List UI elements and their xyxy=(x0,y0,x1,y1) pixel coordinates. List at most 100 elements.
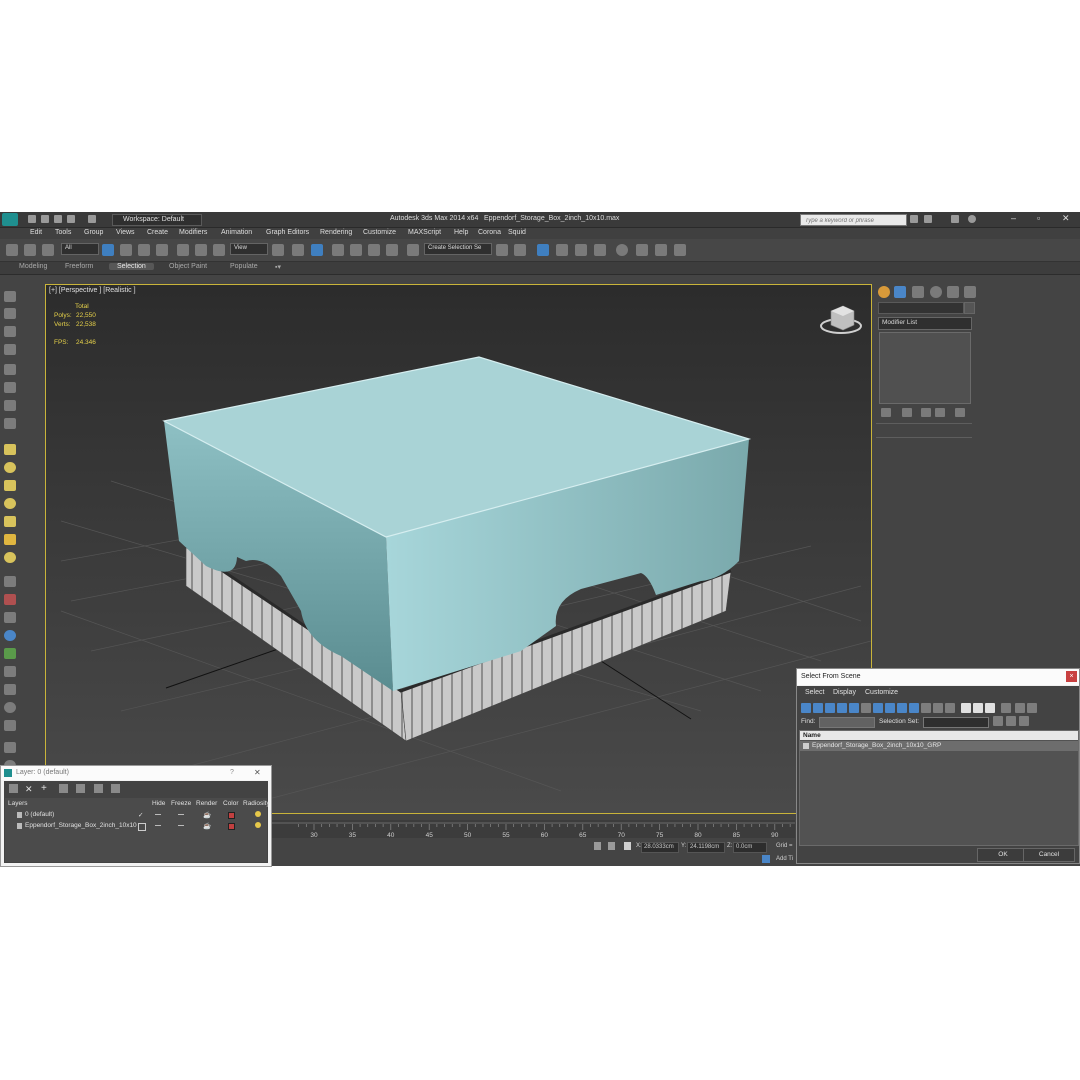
search-box[interactable] xyxy=(800,214,907,226)
remove-modifier-icon[interactable] xyxy=(935,408,945,417)
motion-tab-icon[interactable] xyxy=(930,286,942,298)
modify-tab-icon[interactable] xyxy=(894,286,906,298)
freeze-toggle[interactable] xyxy=(178,814,184,815)
cloth-icon[interactable] xyxy=(4,720,16,731)
app-logo-icon[interactable] xyxy=(2,213,18,226)
curve-editor-icon[interactable] xyxy=(575,244,587,256)
layer-dialog-titlebar[interactable]: Layer: 0 (default) ? ✕ xyxy=(1,766,271,780)
render-setup-icon[interactable] xyxy=(636,244,648,256)
viewport-label[interactable]: [+] [Perspective ] [Realistic ] xyxy=(49,287,136,294)
select-invert-icon[interactable] xyxy=(985,703,995,713)
filter-xrefs-icon[interactable] xyxy=(885,703,895,713)
sphere-primitive-icon[interactable] xyxy=(4,462,16,473)
ok-button[interactable]: OK xyxy=(977,848,1029,862)
y-coord-field[interactable]: 24.1198cm xyxy=(687,842,725,853)
sort-icon[interactable] xyxy=(1027,703,1037,713)
edit-set-icon[interactable] xyxy=(1006,716,1016,726)
pin-stack-icon[interactable] xyxy=(881,408,891,417)
col-color[interactable]: Color xyxy=(223,800,239,807)
angle-snap-icon[interactable] xyxy=(350,244,362,256)
menu-rendering[interactable]: Rendering xyxy=(320,229,352,236)
absolute-mode-icon[interactable] xyxy=(624,842,631,850)
sun-icon[interactable] xyxy=(4,534,16,545)
z-coord-field[interactable]: 0.0cm xyxy=(733,842,767,853)
percent-snap-icon[interactable] xyxy=(368,244,380,256)
filter-all-icon[interactable] xyxy=(945,703,955,713)
menu-create[interactable]: Create xyxy=(147,229,168,236)
col-freeze[interactable]: Freeze xyxy=(171,800,191,807)
highlight-layer-icon[interactable] xyxy=(76,784,85,793)
layer-row[interactable]: 0 (default) ✓ ☕ xyxy=(7,810,269,820)
modifier-list-dropdown[interactable]: Modifier List xyxy=(878,317,972,330)
filter-bones-icon[interactable] xyxy=(897,703,907,713)
select-menu[interactable]: Select xyxy=(805,689,824,696)
scale-icon[interactable] xyxy=(213,244,225,256)
utilities-tab-icon[interactable] xyxy=(964,286,976,298)
menu-corona[interactable]: Corona xyxy=(478,229,501,236)
reference-coordinate-dropdown[interactable]: View xyxy=(230,243,268,255)
undo-icon[interactable] xyxy=(67,215,75,223)
hide-toggle[interactable] xyxy=(155,814,161,815)
move-icon[interactable] xyxy=(177,244,189,256)
named-selection-set-dropdown[interactable]: Create Selection Se xyxy=(424,243,492,255)
show-end-result-icon[interactable] xyxy=(902,408,912,417)
time-tag-icon[interactable] xyxy=(762,855,770,863)
filter-lights-icon[interactable] xyxy=(825,703,835,713)
radiosity-bulb-icon[interactable] xyxy=(255,822,261,828)
pin-icon[interactable] xyxy=(594,842,601,850)
ribbon-tab-freeform[interactable]: Freeform xyxy=(65,263,93,270)
find-input[interactable] xyxy=(819,717,875,728)
window-crossing-icon[interactable] xyxy=(156,244,168,256)
menu-views[interactable]: Views xyxy=(116,229,135,236)
create-tab-icon[interactable] xyxy=(878,286,890,298)
modifier-stack[interactable] xyxy=(879,332,971,404)
render-teapot-icon[interactable]: ☕ xyxy=(203,811,211,819)
display-tab-icon[interactable] xyxy=(947,286,959,298)
select-object-icon[interactable] xyxy=(102,244,114,256)
ribbon-tab-object-paint[interactable]: Object Paint xyxy=(169,263,207,270)
bind-space-warp-icon[interactable] xyxy=(42,244,54,256)
menu-maxscript[interactable]: MAXScript xyxy=(408,229,441,236)
workspace-dropdown[interactable]: Workspace: Default xyxy=(112,214,202,226)
light-icon[interactable] xyxy=(4,364,16,375)
helper-icon[interactable] xyxy=(4,400,16,411)
filter-frozen-icon[interactable] xyxy=(921,703,931,713)
create-layer-icon[interactable] xyxy=(9,784,18,793)
filter-funnel-icon[interactable] xyxy=(1015,703,1025,713)
scene-render[interactable] xyxy=(46,285,871,813)
close-button[interactable]: ✕ xyxy=(1062,213,1070,224)
configure-sets-icon[interactable] xyxy=(955,408,965,417)
menu-help[interactable]: Help xyxy=(454,229,468,236)
scene-explorer-icon[interactable] xyxy=(4,291,16,302)
paint-icon[interactable] xyxy=(4,576,16,587)
layer-color-swatch[interactable] xyxy=(228,823,235,830)
filter-geometry-icon[interactable] xyxy=(801,703,811,713)
new-file-icon[interactable] xyxy=(28,215,36,223)
rotate-icon[interactable] xyxy=(195,244,207,256)
filter-shapes-icon[interactable] xyxy=(813,703,823,713)
menu-animation[interactable]: Animation xyxy=(221,229,252,236)
selection-set-dropdown[interactable] xyxy=(923,717,989,728)
ribbon-tab-modeling[interactable]: Modeling xyxy=(19,263,47,270)
plant-icon[interactable] xyxy=(4,648,16,659)
scene-object-list[interactable]: Name Eppendorf_Storage_Box_2inch_10x10_G… xyxy=(799,730,1079,846)
binoculars-icon[interactable] xyxy=(910,215,918,223)
select-manipulate-icon[interactable] xyxy=(292,244,304,256)
delete-set-icon[interactable] xyxy=(1019,716,1029,726)
selection-filter-dropdown[interactable]: All xyxy=(61,243,99,255)
layer-select-icon[interactable] xyxy=(138,823,146,831)
filter-groups-icon[interactable] xyxy=(873,703,883,713)
object-name-field[interactable] xyxy=(878,302,964,314)
select-set-icon[interactable] xyxy=(993,716,1003,726)
active-layer-check-icon[interactable]: ✓ xyxy=(138,811,143,819)
hide-all-icon[interactable] xyxy=(94,784,103,793)
brush-icon[interactable] xyxy=(4,594,16,605)
display-children-icon[interactable] xyxy=(1001,703,1011,713)
menu-customize[interactable]: Customize xyxy=(363,229,396,236)
col-radiosity[interactable]: Radiosity xyxy=(243,800,270,807)
help-icon[interactable] xyxy=(968,215,976,223)
name-column-header[interactable]: Name xyxy=(800,731,1078,740)
unlink-icon[interactable] xyxy=(24,244,36,256)
radiosity-bulb-icon[interactable] xyxy=(255,811,261,817)
keyboard-shortcut-toggle-icon[interactable] xyxy=(311,244,323,256)
